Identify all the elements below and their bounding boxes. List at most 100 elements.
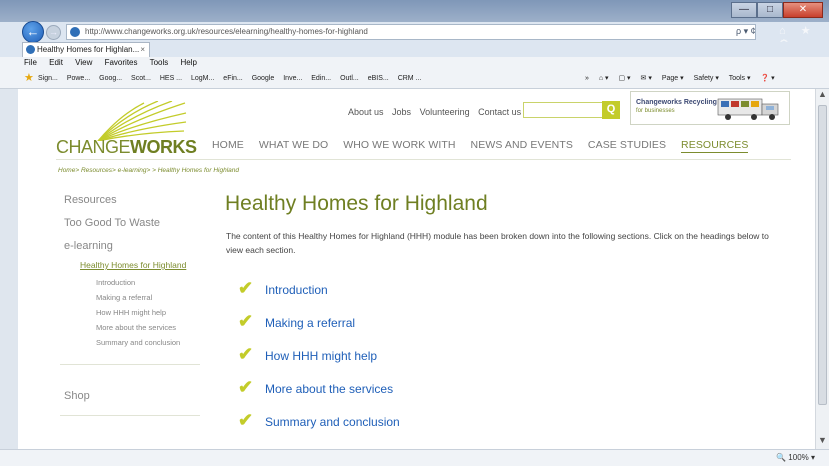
how-hhh-might-help-link[interactable]: How HHH might help [265, 349, 377, 363]
making-a-referral-link[interactable]: Making a referral [265, 316, 355, 330]
promo-subtitle: for businesses [636, 108, 675, 114]
maximize-button[interactable]: □ [757, 2, 783, 18]
url-text: http://www.changeworks.org.uk/resources/… [85, 27, 368, 36]
favorite-item[interactable]: Powe... [67, 75, 90, 82]
sidebar-divider [60, 415, 200, 416]
nav-news-and-events[interactable]: NEWS AND EVENTS [471, 139, 573, 151]
close-window-button[interactable]: ✕ [783, 2, 823, 18]
main-navigation: HOME WHAT WE DO WHO WE WORK WITH NEWS AN… [212, 139, 760, 153]
checkmark-icon: ✔ [238, 344, 254, 364]
changeworks-logo-rays-icon [97, 101, 187, 141]
window-titlebar: — □ ✕ [0, 0, 829, 22]
sidebar-divider [60, 364, 200, 365]
mail-dropdown[interactable]: ✉ ▾ [641, 75, 652, 82]
favorite-item[interactable]: LogM... [191, 75, 214, 82]
zoom-level[interactable]: 🔍 100% ▾ [776, 453, 815, 462]
feeds-dropdown[interactable]: ▢ ▾ [619, 75, 631, 82]
jobs-link[interactable]: Jobs [392, 107, 411, 117]
site-search-input[interactable] [523, 102, 603, 118]
search-icon[interactable]: Q [602, 101, 620, 119]
menu-tools[interactable]: Tools [150, 58, 169, 67]
favorite-item[interactable]: Edin... [311, 75, 331, 82]
favorite-item[interactable]: Sign... [38, 75, 58, 82]
menu-bar: File Edit View Favorites Tools Help [0, 57, 829, 69]
favorite-item[interactable]: Scot... [131, 75, 151, 82]
menu-help[interactable]: Help [181, 58, 197, 67]
sidebar-item-introduction[interactable]: Introduction [96, 278, 214, 287]
nav-who-we-work-with[interactable]: WHO WE WORK WITH [343, 139, 455, 151]
browser-tab[interactable]: Healthy Homes for Highlan... × [22, 42, 150, 57]
menu-file[interactable]: File [24, 58, 37, 67]
nav-case-studies[interactable]: CASE STUDIES [588, 139, 666, 151]
nav-resources[interactable]: RESOURCES [681, 139, 749, 153]
checkmark-icon: ✔ [238, 410, 254, 430]
recycling-truck-icon [717, 98, 779, 120]
favorite-item[interactable]: Google [252, 75, 275, 82]
tab-close-icon[interactable]: × [140, 43, 145, 56]
chevron-more-icon[interactable]: » [585, 75, 589, 82]
page-viewport: CHANGEWORKS About us Jobs Volunteering C… [18, 89, 815, 449]
sidebar-item-resources[interactable]: Resources [64, 194, 214, 206]
changeworks-logo[interactable]: CHANGEWORKS [56, 137, 197, 158]
about-us-link[interactable]: About us [348, 107, 384, 117]
sidebar: Resources Too Good To Waste e-learning H… [64, 194, 214, 353]
nav-divider [56, 159, 791, 160]
scroll-down-icon[interactable]: ▼ [816, 435, 829, 449]
favorite-item[interactable]: Goog... [99, 75, 122, 82]
favorites-star-icon[interactable]: ★ [24, 72, 34, 84]
sidebar-item-more-about-services[interactable]: More about the services [96, 323, 214, 332]
checkmark-icon: ✔ [238, 377, 254, 397]
site-favicon-icon [70, 27, 80, 37]
sidebar-item-summary[interactable]: Summary and conclusion [96, 338, 214, 347]
home-dropdown[interactable]: ⌂ ▾ [599, 75, 609, 82]
menu-view[interactable]: View [75, 58, 92, 67]
sidebar-item-e-learning[interactable]: e-learning [64, 240, 214, 252]
help-dropdown[interactable]: ❓ ▾ [760, 75, 774, 82]
favorite-item[interactable]: Inve... [283, 75, 302, 82]
back-button[interactable]: ← [22, 21, 44, 43]
nav-home[interactable]: HOME [212, 139, 244, 151]
sidebar-item-shop[interactable]: Shop [64, 390, 90, 402]
scroll-thumb[interactable] [818, 105, 827, 405]
favorite-item[interactable]: Outl... [340, 75, 359, 82]
logo-text-change: CHANGE [56, 137, 131, 157]
favorite-item[interactable]: eFin... [223, 75, 242, 82]
sidebar-item-making-a-referral[interactable]: Making a referral [96, 293, 214, 302]
checkmark-icon: ✔ [238, 278, 254, 298]
nav-what-we-do[interactable]: WHAT WE DO [259, 139, 328, 151]
volunteering-link[interactable]: Volunteering [420, 107, 470, 117]
command-bar-tools: » ⌂ ▾ ▢ ▾ ✉ ▾ Page ▾ Safety ▾ Tools ▾ ❓ … [585, 69, 783, 88]
more-about-services-link[interactable]: More about the services [265, 382, 393, 396]
tab-title: Healthy Homes for Highlan... [37, 45, 140, 54]
promo-title: Changeworks Recycling [636, 99, 717, 106]
sidebar-item-too-good-to-waste[interactable]: Too Good To Waste [64, 217, 214, 229]
introduction-link[interactable]: Introduction [265, 283, 328, 297]
favorite-item[interactable]: HES ... [160, 75, 182, 82]
recycling-promo-banner[interactable]: Changeworks Recycling for businesses [630, 91, 790, 125]
sidebar-item-healthy-homes[interactable]: Healthy Homes for Highland [80, 260, 214, 270]
favorite-item[interactable]: CRM ... [398, 75, 422, 82]
page-menu[interactable]: Page ▾ [662, 75, 684, 82]
address-search-refresh-icons[interactable]: ρ ▾ ¢ [736, 26, 756, 37]
contact-us-link[interactable]: Contact us [478, 107, 521, 117]
favorite-item[interactable]: eBIS... [368, 75, 389, 82]
scroll-up-icon[interactable]: ▲ [816, 89, 829, 103]
minimize-button[interactable]: — [731, 2, 757, 18]
breadcrumb[interactable]: Home> Resources> e-learning> > Healthy H… [58, 167, 239, 174]
summary-and-conclusion-link[interactable]: Summary and conclusion [265, 415, 400, 429]
menu-edit[interactable]: Edit [49, 58, 63, 67]
address-bar[interactable]: http://www.changeworks.org.uk/resources/… [66, 24, 756, 40]
status-bar: 🔍 100% ▾ [0, 449, 829, 466]
vertical-scrollbar[interactable]: ▲ ▼ [815, 89, 829, 449]
forward-button[interactable]: → [46, 25, 61, 40]
window-controls: — □ ✕ [731, 2, 823, 18]
menu-favorites[interactable]: Favorites [105, 58, 138, 67]
safety-menu[interactable]: Safety ▾ [694, 75, 719, 82]
logo-text-works: WORKS [130, 137, 197, 157]
sidebar-item-how-hhh-might-help[interactable]: How HHH might help [96, 308, 214, 317]
tab-favicon-icon [26, 45, 35, 54]
top-links: About us Jobs Volunteering Contact us [348, 107, 527, 117]
intro-paragraph: The content of this Healthy Homes for Hi… [226, 231, 769, 255]
checkmark-icon: ✔ [238, 311, 254, 331]
tools-menu[interactable]: Tools ▾ [729, 75, 751, 82]
